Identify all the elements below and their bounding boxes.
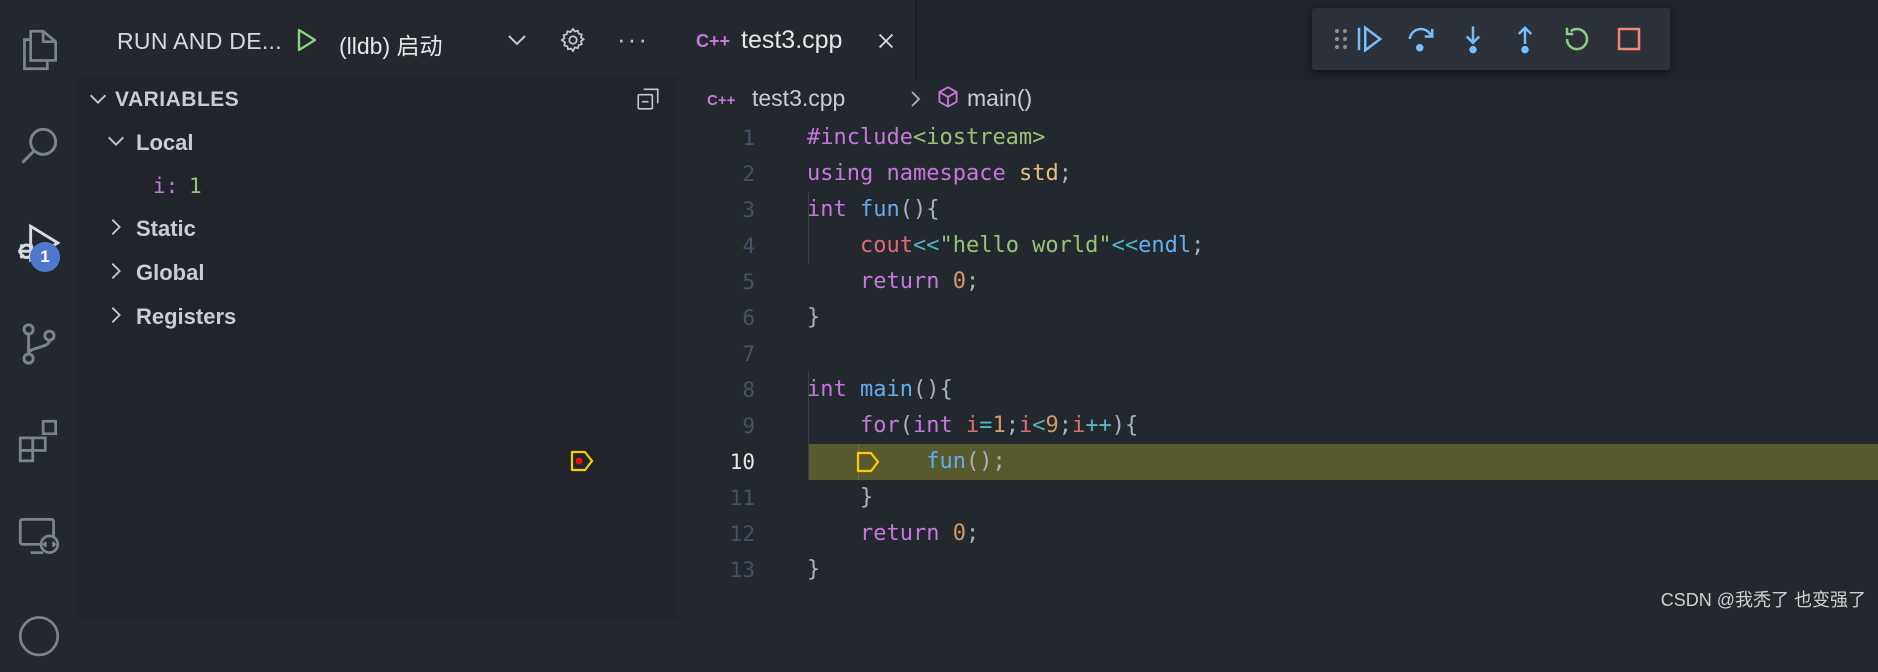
remote-explorer-button[interactable] — [0, 496, 77, 576]
scope-label: Local — [136, 130, 194, 155]
line-number: 1 — [742, 126, 755, 150]
variable-name: i: — [153, 174, 179, 198]
restart-button[interactable] — [1560, 22, 1594, 56]
debug-badge: 1 — [30, 242, 60, 272]
chevron-down-icon — [90, 94, 106, 104]
scope-label: Static — [136, 216, 196, 241]
tab-test3-cpp[interactable]: C++ test3.cpp — [677, 0, 916, 80]
chevron-right-icon — [911, 91, 921, 107]
chevron-down-icon — [508, 35, 526, 46]
stop-icon — [1617, 27, 1641, 51]
remote-explorer-icon — [18, 517, 59, 555]
breakpoint-stopped-icon[interactable] — [569, 448, 595, 474]
open-launch-json-button[interactable] — [559, 26, 587, 59]
scope-static[interactable]: Static — [77, 206, 677, 248]
files-icon — [22, 29, 57, 71]
code-line: 13 } — [677, 552, 1878, 588]
line-number: 10 — [729, 450, 755, 474]
line-number: 12 — [729, 522, 755, 546]
scope-global[interactable]: Global — [77, 250, 677, 292]
continue-button[interactable] — [1352, 22, 1386, 56]
drag-handle-icon — [1335, 29, 1347, 49]
scope-registers[interactable]: Registers — [77, 294, 677, 336]
breadcrumb-symbol[interactable]: main() — [967, 85, 1032, 112]
explorer-button[interactable] — [0, 10, 77, 90]
start-debugging-button[interactable] — [294, 26, 320, 59]
line-number: 5 — [742, 270, 755, 294]
activity-bar: 1 — [0, 0, 77, 657]
step-over-icon — [1408, 27, 1434, 52]
chevron-down-icon — [108, 136, 124, 146]
code-line: 6 } — [677, 300, 1878, 336]
line-number: 4 — [742, 234, 755, 258]
breadcrumb-file[interactable]: test3.cpp — [752, 85, 845, 112]
code-line: 5 return 0; — [677, 264, 1878, 300]
extensions-button[interactable] — [0, 400, 77, 480]
restart-icon — [1565, 27, 1589, 51]
variable-value: 1 — [189, 174, 202, 198]
step-over-button[interactable] — [1404, 22, 1438, 56]
step-out-icon — [1517, 25, 1533, 54]
play-icon — [297, 28, 317, 52]
accounts-button[interactable] — [0, 592, 77, 672]
code-line: 9 for(int i=1;i<9;i++){ — [677, 408, 1878, 444]
close-icon[interactable] — [875, 30, 897, 52]
code-line: 7 — [677, 336, 1878, 372]
step-out-button[interactable] — [1508, 22, 1542, 56]
variable-row[interactable]: i: 1 — [77, 168, 677, 204]
line-number: 3 — [742, 198, 755, 222]
launch-config-select[interactable]: (lldb) 启动 — [339, 27, 443, 61]
line-number: 13 — [729, 558, 755, 582]
scope-label: Global — [136, 260, 205, 285]
scope-label: Registers — [136, 304, 237, 329]
run-and-debug-button[interactable]: 1 — [0, 205, 77, 285]
more-actions-button[interactable]: ··· — [617, 24, 649, 55]
line-number: 8 — [742, 378, 755, 402]
search-button[interactable] — [0, 106, 77, 186]
debug-toolbar — [1312, 8, 1670, 70]
watermark: CSDN @我秃了 也变强了 — [1660, 590, 1866, 610]
chat-icon — [18, 616, 59, 657]
extensions-icon — [18, 419, 57, 463]
cpp-file-icon: C++ — [707, 92, 736, 109]
variables-section-header[interactable]: VARIABLES — [77, 78, 677, 120]
line-number: 7 — [742, 342, 755, 366]
variables-title: VARIABLES — [115, 88, 240, 111]
source-control-button[interactable] — [0, 304, 77, 384]
debug-sidebar: RUN AND DE... (lldb) 启动 ··· VARIABLES Lo… — [77, 0, 677, 620]
code-line: 8 int main(){ — [677, 372, 1878, 408]
sidebar-header: RUN AND DE... (lldb) 启动 ··· — [77, 0, 677, 76]
chevron-right-icon — [111, 263, 121, 279]
code-line: 11 } — [677, 480, 1878, 516]
step-into-button[interactable] — [1456, 22, 1490, 56]
launch-config-dropdown[interactable] — [505, 28, 529, 57]
chevron-right-icon — [111, 219, 121, 235]
chevron-right-icon — [111, 307, 121, 323]
line-number: 2 — [742, 162, 755, 186]
editor-area: C++ test3.cpp C++ test3.cpp main() 1 #in… — [570, 0, 1878, 620]
line-number: 9 — [742, 414, 755, 438]
cpp-file-icon: C++ — [696, 31, 731, 51]
code-line: 3 int fun(){ — [677, 192, 1878, 228]
code-line: 12 return 0; — [677, 516, 1878, 552]
stop-button[interactable] — [1612, 22, 1646, 56]
code-line: 2 using namespace std; — [677, 156, 1878, 192]
code-line-current: 10 fun(); — [677, 444, 1878, 480]
scope-local[interactable]: Local — [77, 120, 677, 162]
sidebar-title: RUN AND DE... — [117, 28, 282, 54]
step-into-icon — [1465, 26, 1481, 54]
source-control-icon — [22, 323, 55, 365]
tab-bar: C++ test3.cpp — [677, 0, 1878, 80]
line-number: 11 — [729, 486, 755, 510]
gear-icon — [560, 27, 585, 53]
collapse-all-icon[interactable] — [635, 86, 661, 112]
code-line: 4 cout<<"hello world"<<endl; — [677, 228, 1878, 264]
search-icon — [20, 127, 57, 164]
code-line: 1 #include<iostream> — [677, 120, 1878, 156]
symbol-method-icon — [938, 86, 958, 108]
continue-icon — [1357, 25, 1383, 53]
line-number: 6 — [742, 306, 755, 330]
tab-title: test3.cpp — [741, 26, 843, 54]
